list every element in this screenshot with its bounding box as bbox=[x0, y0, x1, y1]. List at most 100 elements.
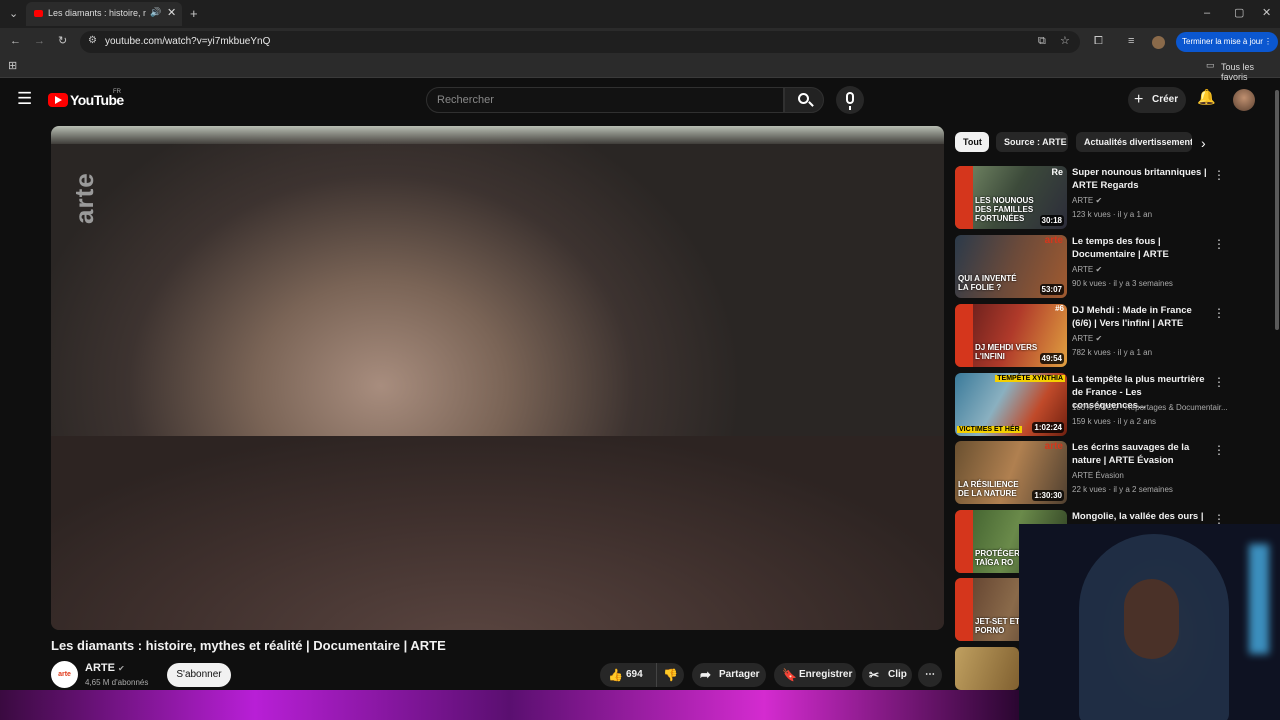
share-arrow-icon: ➦ bbox=[700, 667, 711, 682]
thumbs-up-icon: 👍 bbox=[608, 668, 623, 682]
dislike-button[interactable]: 👎 bbox=[656, 663, 684, 687]
notifications-bell-icon[interactable]: 🔔 bbox=[1197, 90, 1216, 105]
recommendation-channel[interactable]: ARTE ✔ bbox=[1072, 265, 1102, 274]
webcam-overlay bbox=[1019, 524, 1280, 720]
like-count: 694 bbox=[626, 669, 643, 680]
recommendation-meta: 90 k vues · il y a 3 semaines bbox=[1072, 279, 1173, 288]
clip-label: Clip bbox=[888, 669, 907, 680]
recommendation-title[interactable]: Le temps des fous | Documentaire | ARTE bbox=[1072, 235, 1212, 261]
recommendation-item[interactable]: QUI A INVENTÉ LA FOLIE ? arte 53:07 Le t… bbox=[955, 235, 1225, 299]
recommendation-channel[interactable]: ARTE ✔ bbox=[1072, 196, 1102, 205]
more-options-icon[interactable]: ⋮ bbox=[1213, 168, 1225, 182]
video-player[interactable]: arte bbox=[51, 126, 944, 630]
save-label: Enregistrer bbox=[799, 669, 853, 680]
tab-list-icon[interactable]: ⌄ bbox=[9, 9, 18, 20]
subscriber-count: 4,65 M d'abonnés bbox=[85, 678, 149, 687]
recommendation-channel[interactable]: ARTE ✔ bbox=[1072, 334, 1102, 343]
new-tab-icon[interactable]: + bbox=[190, 7, 198, 20]
browser-tab[interactable]: Les diamants : histoire, myth 🔊 ✕ bbox=[26, 2, 182, 26]
maximize-icon[interactable]: ▢ bbox=[1234, 8, 1244, 19]
update-button[interactable]: Terminer la mise à jour ⋮ bbox=[1176, 32, 1278, 52]
scissors-icon: ✂ bbox=[869, 668, 880, 682]
verified-badge-icon: ✔ bbox=[1095, 334, 1103, 343]
youtube-logo-icon[interactable] bbox=[48, 93, 68, 107]
clip-button[interactable]: ✂ Clip bbox=[862, 663, 912, 687]
more-actions-button[interactable]: ⋯ bbox=[918, 663, 942, 687]
install-app-icon[interactable]: ⧉ bbox=[1038, 36, 1046, 47]
microphone-icon bbox=[846, 92, 854, 104]
channel-name[interactable]: ARTE ✔ bbox=[85, 662, 125, 674]
chip-source-arte[interactable]: Source : ARTE bbox=[996, 132, 1068, 152]
profile-avatar[interactable] bbox=[1152, 36, 1165, 49]
youtube-favicon-icon bbox=[34, 10, 43, 17]
recommendation-channel[interactable]: ARTE Évasion bbox=[1072, 471, 1124, 480]
recommendation-item[interactable]: DJ MEHDI VERS L'INFINI #6 49:54 DJ Mehdi… bbox=[955, 304, 1225, 368]
voice-search-button[interactable] bbox=[836, 86, 864, 114]
more-options-icon[interactable]: ⋮ bbox=[1213, 237, 1225, 251]
region-code: FR bbox=[113, 89, 121, 95]
recommendation-meta: 782 k vues · il y a 1 an bbox=[1072, 348, 1153, 357]
back-icon[interactable]: ← bbox=[10, 36, 21, 47]
site-info-icon[interactable]: ⚙ bbox=[88, 36, 97, 46]
bookmark-star-icon[interactable]: ☆ bbox=[1060, 36, 1070, 47]
duration-badge: 49:54 bbox=[1039, 353, 1064, 364]
recommendation-channel[interactable]: 100% DOCS - Reportages & Documentair... bbox=[1072, 403, 1228, 412]
create-label: Créer bbox=[1152, 94, 1179, 105]
video-thumbnail[interactable] bbox=[955, 647, 1019, 690]
video-thumbnail[interactable]: DJ MEHDI VERS L'INFINI #6 49:54 bbox=[955, 304, 1067, 367]
bookmarks-bar: ⊞ ▭ Tous les favoris bbox=[0, 56, 1280, 82]
more-options-icon[interactable]: ⋮ bbox=[1213, 306, 1225, 320]
video-thumbnail[interactable]: TEMPÊTE XYNTHIA VICTIMES ET HÉR 1:02:24 bbox=[955, 373, 1067, 436]
browser-tab-bar: ⌄ Les diamants : histoire, myth 🔊 ✕ + – … bbox=[0, 0, 1280, 28]
address-bar-row: ← → ↻ ⚙ youtube.com/watch?v=yi7mkbueYnQ … bbox=[0, 28, 1280, 56]
recommendation-title[interactable]: DJ Mehdi : Made in France (6/6) | Vers l… bbox=[1072, 304, 1212, 330]
recommendation-item[interactable]: LA RÉSILIENCE DE LA NATURE arte 1:30:30 … bbox=[955, 441, 1225, 505]
audio-icon[interactable]: 🔊 bbox=[150, 7, 161, 18]
chip-all[interactable]: Tout bbox=[955, 132, 989, 152]
close-tab-icon[interactable]: ✕ bbox=[167, 6, 176, 19]
recommendation-item[interactable]: TEMPÊTE XYNTHIA VICTIMES ET HÉR 1:02:24 … bbox=[955, 373, 1228, 437]
recommendation-title[interactable]: Mongolie, la vallée des ours | bbox=[1072, 510, 1212, 523]
duration-badge: 30:18 bbox=[1039, 215, 1064, 226]
recommendation-item[interactable]: LES NOUNOUS DES FAMILLES FORTUNÉES Re 30… bbox=[955, 166, 1225, 230]
save-button[interactable]: 🔖 Enregistrer bbox=[774, 663, 856, 687]
page-scrollbar[interactable] bbox=[1275, 90, 1279, 330]
forward-icon[interactable]: → bbox=[34, 36, 45, 47]
video-thumbnail[interactable]: LES NOUNOUS DES FAMILLES FORTUNÉES Re 30… bbox=[955, 166, 1067, 229]
chip-entertainment-news[interactable]: Actualités divertissement bbox=[1076, 132, 1192, 152]
more-dots-icon: ⋯ bbox=[925, 669, 935, 680]
reading-list-icon[interactable]: ≡ bbox=[1128, 36, 1134, 47]
more-options-icon[interactable]: ⋮ bbox=[1213, 375, 1225, 389]
more-options-icon[interactable]: ⋮ bbox=[1213, 443, 1225, 457]
like-button[interactable]: 👍 694 bbox=[600, 663, 656, 687]
close-window-icon[interactable]: ✕ bbox=[1262, 8, 1271, 19]
channel-avatar[interactable]: arte bbox=[51, 661, 78, 688]
account-avatar[interactable] bbox=[1233, 89, 1255, 111]
recommendation-title[interactable]: Les écrins sauvages de la nature | ARTE … bbox=[1072, 441, 1212, 467]
folder-icon: ▭ bbox=[1206, 60, 1215, 70]
reload-icon[interactable]: ↻ bbox=[58, 36, 67, 47]
minimize-icon[interactable]: – bbox=[1204, 8, 1210, 19]
hamburger-menu-icon[interactable]: ☰ bbox=[17, 90, 32, 107]
verified-badge-icon: ✔ bbox=[1095, 196, 1103, 205]
recommendation-meta: 159 k vues · il y a 2 ans bbox=[1072, 417, 1157, 426]
apps-grid-icon[interactable]: ⊞ bbox=[8, 61, 17, 72]
recommendation-meta: 123 k vues · il y a 1 an bbox=[1072, 210, 1153, 219]
duration-badge: 1:30:30 bbox=[1032, 490, 1064, 501]
video-frame-figure bbox=[51, 436, 944, 630]
recommendation-title[interactable]: Super nounous britanniques | ARTE Regard… bbox=[1072, 166, 1212, 192]
search-input[interactable]: Rechercher bbox=[426, 87, 784, 113]
subscribe-button[interactable]: S'abonner bbox=[167, 663, 231, 687]
share-button[interactable]: ➦ Partager bbox=[692, 663, 766, 687]
extensions-icon[interactable]: ⧠ bbox=[1094, 36, 1103, 47]
url-field[interactable]: ⚙ youtube.com/watch?v=yi7mkbueYnQ ⧉ ☆ bbox=[80, 31, 1080, 53]
search-button[interactable] bbox=[784, 87, 824, 113]
stream-overlay-strip bbox=[0, 690, 1019, 720]
create-button[interactable]: + Créer bbox=[1128, 87, 1186, 113]
all-bookmarks-link[interactable]: Tous les favoris bbox=[1221, 62, 1280, 82]
video-thumbnail[interactable]: LA RÉSILIENCE DE LA NATURE arte 1:30:30 bbox=[955, 441, 1067, 504]
video-thumbnail[interactable]: QUI A INVENTÉ LA FOLIE ? arte 53:07 bbox=[955, 235, 1067, 298]
duration-badge: 1:02:24 bbox=[1032, 422, 1064, 433]
tab-title: Les diamants : histoire, myth bbox=[48, 8, 146, 18]
chevron-right-icon[interactable]: › bbox=[1201, 135, 1206, 151]
